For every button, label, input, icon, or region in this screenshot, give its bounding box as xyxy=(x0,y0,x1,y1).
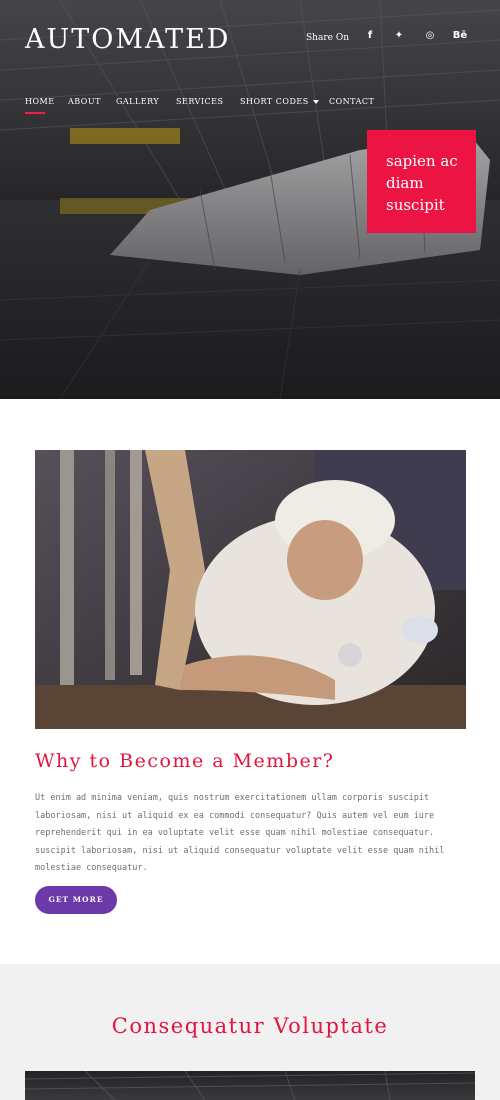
site-logo[interactable]: AUTOMATED xyxy=(25,24,230,55)
nav-item-contact[interactable]: CONTACT xyxy=(329,97,374,106)
nav-item-short-codes[interactable]: SHORT CODES xyxy=(240,97,319,106)
section-two-image xyxy=(25,1071,475,1100)
main-nav: HOME ABOUT GALLERY SERVICES SHORT CODES … xyxy=(0,97,500,117)
nav-item-about[interactable]: ABOUT xyxy=(68,97,101,106)
member-photo xyxy=(35,450,466,729)
hero-banner: AUTOMATED Share On f ✦ ◎ Bē HOME ABOUT G… xyxy=(0,0,500,399)
chevron-down-icon xyxy=(312,100,319,104)
nav-item-short-codes-label: SHORT CODES xyxy=(240,97,309,106)
twitter-icon[interactable]: ✦ xyxy=(391,30,407,41)
get-more-button[interactable]: GET MORE xyxy=(35,886,117,914)
section-two-heading: Consequatur Voluptate xyxy=(111,1014,389,1038)
dribbble-icon[interactable]: ◎ xyxy=(422,30,438,41)
share-label: Share On xyxy=(306,33,349,43)
hero-caption: sapien ac diam suscipit xyxy=(386,152,458,214)
nav-item-gallery[interactable]: GALLERY xyxy=(116,97,159,106)
behance-icon[interactable]: Bē xyxy=(452,30,468,41)
hangar-image xyxy=(25,1071,475,1100)
hero-caption-box: sapien ac diam suscipit xyxy=(367,130,476,233)
facebook-icon[interactable]: f xyxy=(362,30,378,41)
worker-image xyxy=(35,450,466,729)
nav-item-home[interactable]: HOME xyxy=(25,97,55,114)
member-heading: Why to Become a Member? xyxy=(35,750,335,772)
nav-item-services[interactable]: SERVICES xyxy=(176,97,223,106)
member-description: Ut enim ad minima veniam, quis nostrum e… xyxy=(35,793,445,873)
